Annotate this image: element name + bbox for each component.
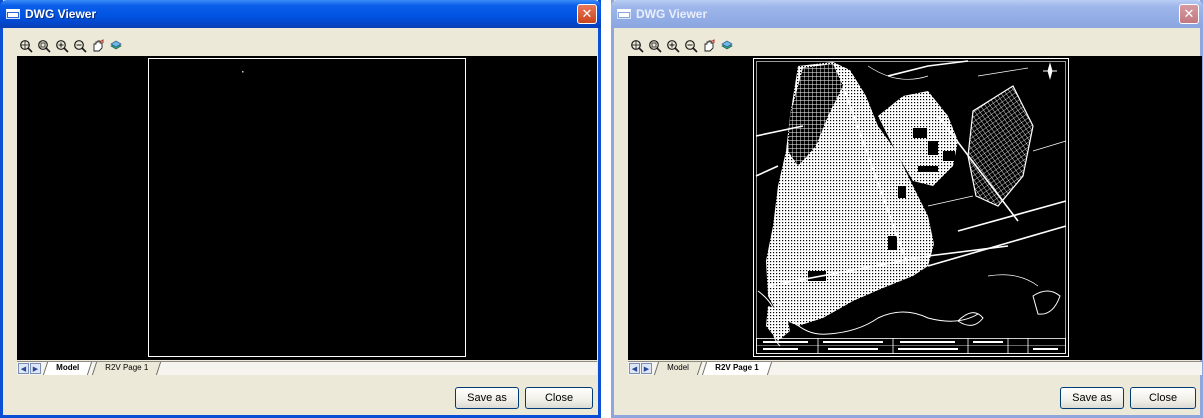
drawing-canvas[interactable] [628,56,1202,360]
tab-scroll-left-icon[interactable]: ◀ [18,363,29,374]
close-button[interactable]: Close [525,387,593,409]
save-as-button[interactable]: Save as [455,387,519,409]
zoom-extents-icon[interactable] [17,37,35,55]
dwg-viewer-window-inactive: DWG Viewer ✕ ◀ ▶ Model R2V Page 1 Save a… [611,0,1203,418]
zoom-window-icon[interactable] [35,37,53,55]
pan-icon[interactable] [700,37,718,55]
tab-r2v-page-1[interactable]: R2V Page 1 [91,362,162,375]
close-button[interactable]: Close [1130,387,1196,409]
north-arrow-icon [1043,62,1057,80]
pan-icon[interactable] [89,37,107,55]
tab-scroll-right-icon[interactable]: ▶ [641,363,652,374]
tab-scroll-right-icon[interactable]: ▶ [30,363,41,374]
zoom-out-icon[interactable] [71,37,89,55]
tab-model[interactable]: Model [653,362,702,375]
close-icon[interactable]: ✕ [1179,4,1199,24]
toolbar [17,37,125,55]
zoom-out-icon[interactable] [682,37,700,55]
window-title: DWG Viewer [636,7,708,21]
title-bar[interactable]: DWG Viewer ✕ [611,0,1203,28]
city-map-drawing [753,58,1069,357]
close-icon[interactable]: ✕ [577,4,597,24]
dwg-viewer-window-active: DWG Viewer ✕ ◀ ▶ Model R2V Page 1 Save a… [0,0,601,418]
tab-model[interactable]: Model [42,362,93,375]
drawing-title-block [756,338,1066,354]
zoom-window-icon[interactable] [646,37,664,55]
blank-sheet [148,58,466,357]
layers-icon[interactable] [718,37,736,55]
app-icon [6,9,20,19]
window-title: DWG Viewer [25,7,97,21]
tab-scroll-left-icon[interactable]: ◀ [629,363,640,374]
tab-r2v-page-1[interactable]: R2V Page 1 [701,362,772,375]
layout-tab-strip: ◀ ▶ Model R2V Page 1 [628,361,1202,375]
title-bar[interactable]: DWG Viewer ✕ [0,0,601,28]
zoom-in-icon[interactable] [53,37,71,55]
layers-icon[interactable] [107,37,125,55]
save-as-button[interactable]: Save as [1060,387,1124,409]
toolbar [628,37,736,55]
app-icon [617,9,631,19]
drawing-canvas[interactable] [17,56,597,360]
layout-tab-strip: ◀ ▶ Model R2V Page 1 [17,361,597,375]
zoom-in-icon[interactable] [664,37,682,55]
zoom-extents-icon[interactable] [628,37,646,55]
